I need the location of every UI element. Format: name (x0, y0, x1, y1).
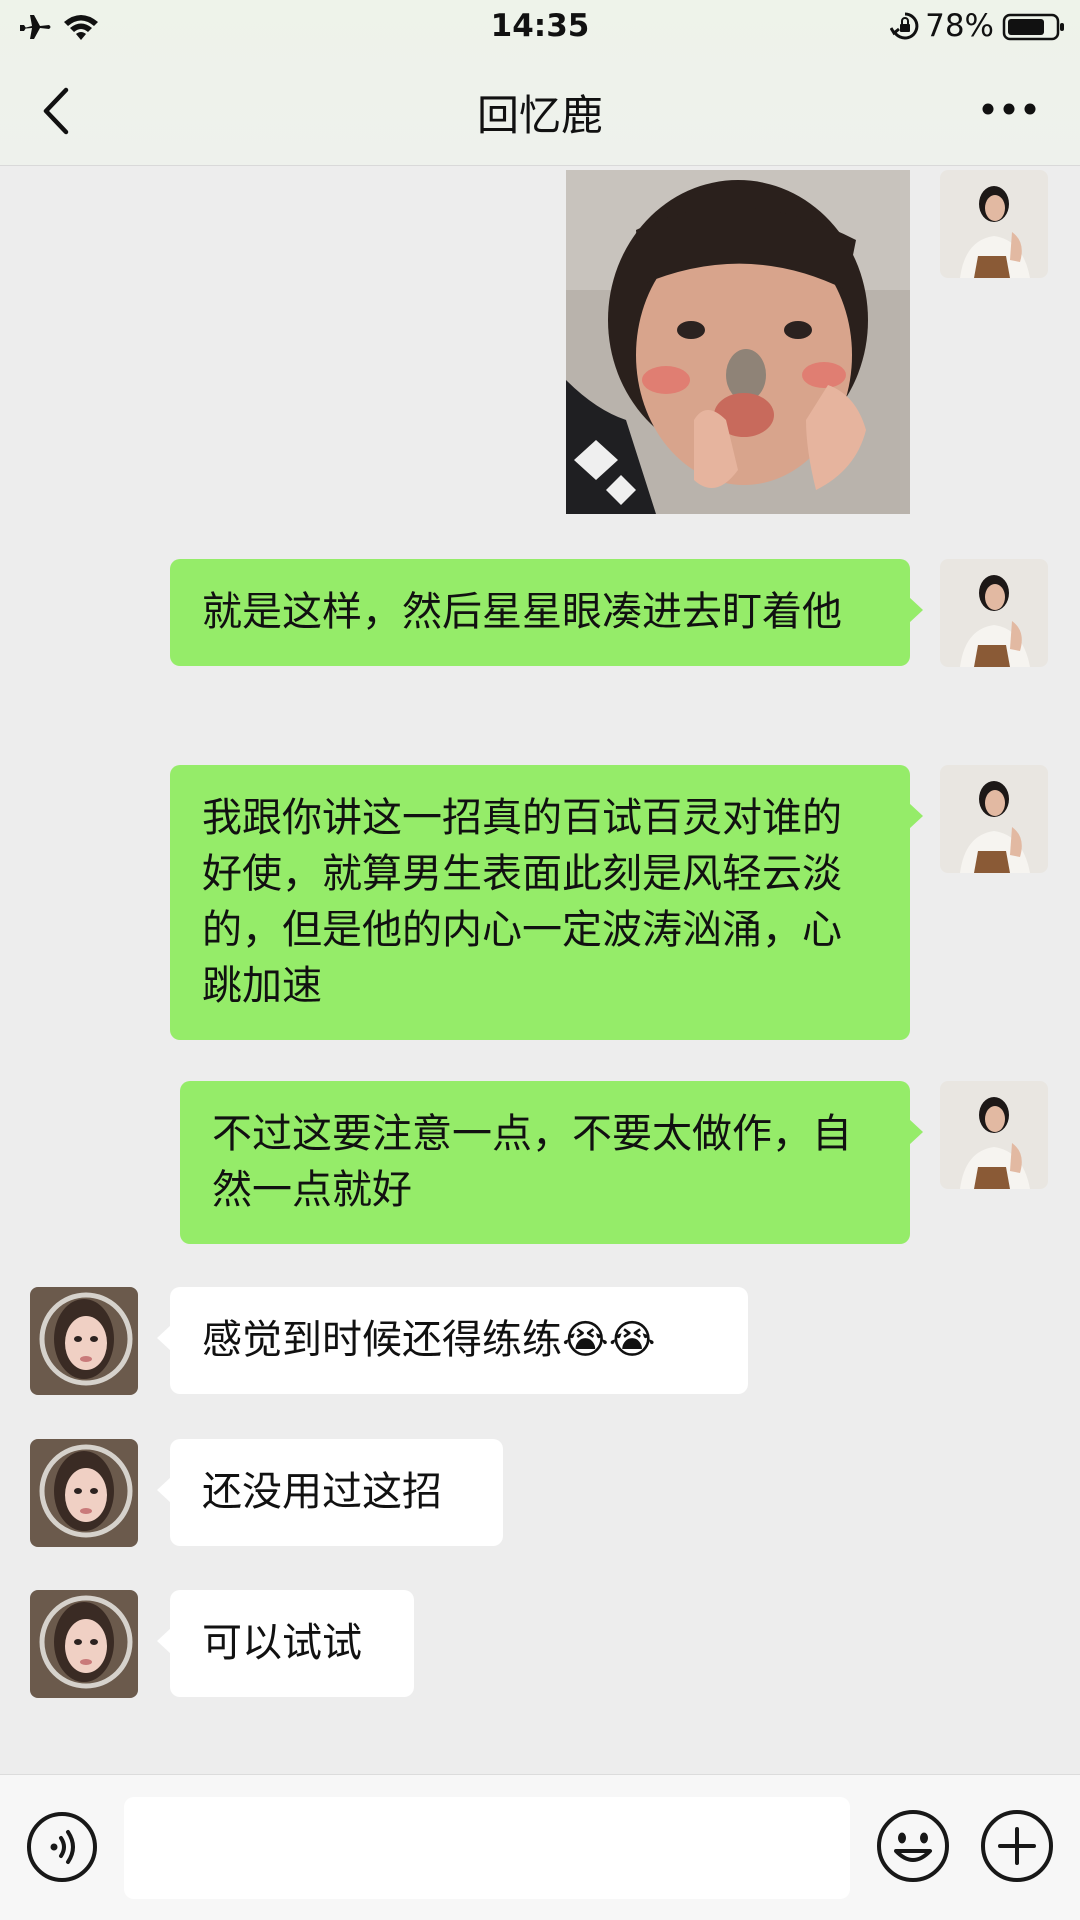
avatar-other[interactable] (30, 1439, 138, 1547)
message-bubble-other[interactable]: 感觉到时候还得练练😭😭 (157, 1287, 748, 1394)
avatar-other[interactable] (30, 1287, 138, 1395)
emoji-icon (877, 1810, 949, 1882)
message-bubble-self[interactable]: 我跟你讲这一招真的百试百灵对谁的好使，就算男生表面此刻是风轻云淡的，但是他的内心… (170, 765, 923, 1040)
message-input[interactable] (124, 1797, 850, 1899)
message-bubble-self[interactable]: 不过这要注意一点，不要太做作，自然一点就好 (180, 1081, 923, 1244)
voice-button[interactable] (26, 1811, 98, 1883)
more-button[interactable] (980, 96, 1038, 122)
message-text: 我跟你讲这一招真的百试百灵对谁的好使，就算男生表面此刻是风轻云淡的，但是他的内心… (202, 795, 842, 1009)
message-bubble-other[interactable]: 还没用过这招 (157, 1439, 503, 1546)
chat-title: 回忆鹿 (476, 91, 603, 140)
avatar-self[interactable] (940, 170, 1048, 278)
message-bubble-self[interactable]: 就是这样，然后星星眼凑进去盯着他 (170, 559, 923, 666)
more-dots-icon (982, 103, 1036, 115)
plus-icon (981, 1810, 1053, 1882)
message-text: 不过这要注意一点，不要太做作，自然一点就好 (212, 1111, 852, 1213)
message-text: 感觉到时候还得练练😭😭 (202, 1317, 656, 1363)
sticker-image[interactable] (566, 170, 910, 514)
avatar-self[interactable] (940, 1081, 1048, 1189)
lock-rotation-icon (890, 12, 919, 40)
top-bar: 14:35 78% 回忆鹿 (0, 0, 1080, 166)
message-text: 还没用过这招 (202, 1469, 442, 1515)
message-text: 就是这样，然后星星眼凑进去盯着他 (202, 589, 842, 635)
avatar-other[interactable] (30, 1590, 138, 1698)
emoji-button[interactable] (876, 1809, 950, 1883)
message-text: 可以试试 (202, 1620, 362, 1666)
chat-screen: 14:35 78% 回忆鹿 就是这样，然后星星眼凑进去盯着他 我跟你讲这一招真的… (0, 0, 1080, 1920)
battery-icon (1002, 13, 1064, 41)
input-bar (0, 1774, 1080, 1920)
avatar-self[interactable] (940, 559, 1048, 667)
battery-percentage: 78% (925, 8, 994, 44)
message-bubble-other[interactable]: 可以试试 (157, 1590, 414, 1697)
avatar-self[interactable] (940, 765, 1048, 873)
more-actions-button[interactable] (980, 1809, 1054, 1883)
voice-icon (27, 1812, 97, 1882)
